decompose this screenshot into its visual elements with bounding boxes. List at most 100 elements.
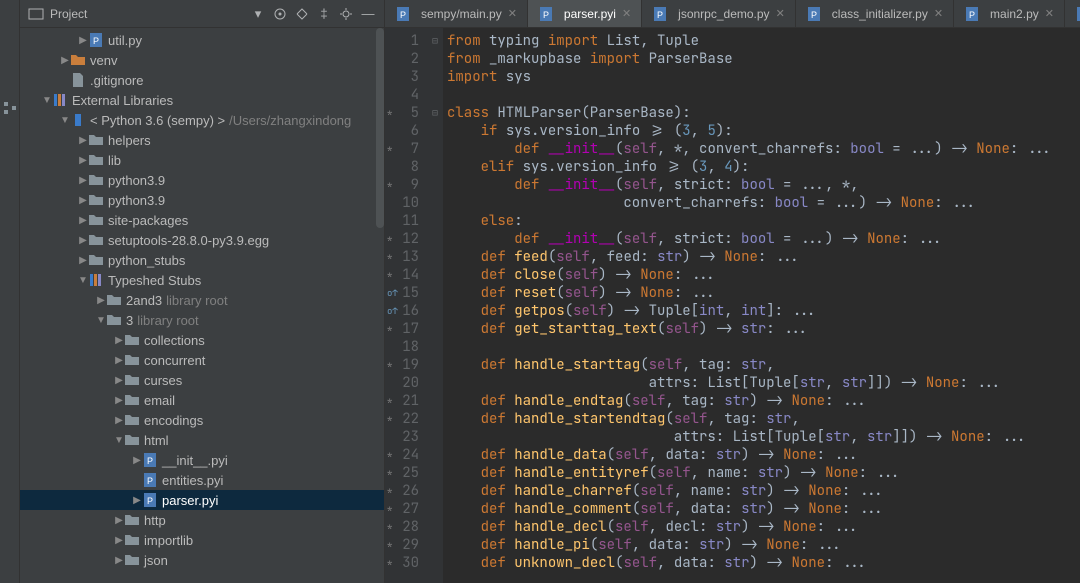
tree-arrow-icon[interactable]: ▶: [78, 35, 88, 46]
gutter-marker-icon[interactable]: *: [387, 392, 392, 410]
tree-item[interactable]: ▼External Libraries: [20, 90, 384, 110]
code-line[interactable]: elif sys.version_info >= (3, 4):: [447, 158, 1080, 176]
collapse-icon[interactable]: ‡: [316, 6, 332, 22]
line-number[interactable]: 26*: [385, 482, 419, 500]
line-number[interactable]: 1: [385, 32, 419, 50]
code-line[interactable]: def handle_comment(self, data: str) -> N…: [447, 500, 1080, 518]
tree-scrollbar[interactable]: [376, 28, 384, 228]
line-number[interactable]: 13*: [385, 248, 419, 266]
gutter-marker-icon[interactable]: *: [387, 248, 392, 266]
expand-icon[interactable]: [294, 6, 310, 22]
tree-item[interactable]: ▶concurrent: [20, 350, 384, 370]
line-number[interactable]: 17*: [385, 320, 419, 338]
tree-arrow-icon[interactable]: ▶: [78, 255, 88, 266]
gear-icon[interactable]: [338, 6, 354, 22]
code-line[interactable]: class HTMLParser(ParserBase):: [447, 104, 1080, 122]
tree-item[interactable]: ▶collections: [20, 330, 384, 350]
tree-item[interactable]: ▼html: [20, 430, 384, 450]
code-line[interactable]: def handle_data(self, data: str) -> None…: [447, 446, 1080, 464]
tree-arrow-icon[interactable]: ▶: [114, 515, 124, 526]
editor-tab[interactable]: Pclass_initializer.py✕: [796, 0, 954, 27]
tree-item[interactable]: ▶python3.9: [20, 170, 384, 190]
tree-arrow-icon[interactable]: ▶: [114, 555, 124, 566]
line-number[interactable]: 11: [385, 212, 419, 230]
tree-arrow-icon[interactable]: ▶: [78, 195, 88, 206]
fold-toggle[interactable]: [427, 230, 443, 248]
gutter-marker-icon[interactable]: *: [387, 446, 392, 464]
editor-tab[interactable]: Pen: [1065, 0, 1080, 27]
tree-arrow-icon[interactable]: ▶: [114, 375, 124, 386]
code-line[interactable]: attrs: List[Tuple[str, str]]) -> None: .…: [447, 374, 1080, 392]
gutter-marker-icon[interactable]: *: [387, 410, 392, 428]
fold-toggle[interactable]: [427, 176, 443, 194]
gutter-marker-icon[interactable]: o↑: [387, 284, 398, 302]
gutter-marker-icon[interactable]: *: [387, 464, 392, 482]
fold-toggle[interactable]: [427, 320, 443, 338]
tree-arrow-icon[interactable]: ▼: [60, 115, 70, 126]
fold-toggle[interactable]: [427, 536, 443, 554]
tree-item[interactable]: Pentities.pyi: [20, 470, 384, 490]
line-number[interactable]: 24*: [385, 446, 419, 464]
fold-toggle[interactable]: [427, 482, 443, 500]
line-number[interactable]: 28*: [385, 518, 419, 536]
line-gutter[interactable]: 12345*67*89*101112*13*14*15o↑16o↑17*1819…: [385, 28, 427, 583]
gutter-marker-icon[interactable]: *: [387, 140, 392, 158]
code-line[interactable]: from _markupbase import ParserBase: [447, 50, 1080, 68]
tree-arrow-icon[interactable]: ▼: [96, 315, 106, 326]
code-line[interactable]: def handle_decl(self, decl: str) -> None…: [447, 518, 1080, 536]
tree-item[interactable]: ▶python3.9: [20, 190, 384, 210]
gutter-marker-icon[interactable]: *: [387, 320, 392, 338]
tree-item[interactable]: ▶setuptools-28.8.0-py3.9.egg: [20, 230, 384, 250]
fold-toggle[interactable]: [427, 464, 443, 482]
tree-item[interactable]: ▶encodings: [20, 410, 384, 430]
fold-toggle[interactable]: [427, 248, 443, 266]
line-number[interactable]: 22*: [385, 410, 419, 428]
gutter-marker-icon[interactable]: *: [387, 482, 392, 500]
line-number[interactable]: 14*: [385, 266, 419, 284]
code-line[interactable]: def handle_charref(self, name: str) -> N…: [447, 482, 1080, 500]
editor-tab[interactable]: Psempy/main.py✕: [385, 0, 528, 27]
line-number[interactable]: 5*: [385, 104, 419, 122]
fold-toggle[interactable]: [427, 500, 443, 518]
gutter-marker-icon[interactable]: *: [387, 266, 392, 284]
minimize-icon[interactable]: —: [360, 6, 376, 22]
tree-arrow-icon[interactable]: ▶: [78, 135, 88, 146]
tree-arrow-icon[interactable]: ▶: [114, 355, 124, 366]
gutter-marker-icon[interactable]: *: [387, 356, 392, 374]
code-line[interactable]: from typing import List, Tuple: [447, 32, 1080, 50]
fold-toggle[interactable]: [427, 158, 443, 176]
line-number[interactable]: 23: [385, 428, 419, 446]
line-number[interactable]: 16o↑: [385, 302, 419, 320]
gutter-marker-icon[interactable]: *: [387, 500, 392, 518]
close-icon[interactable]: ✕: [622, 7, 631, 20]
code-line[interactable]: [447, 86, 1080, 104]
tree-item[interactable]: ▶curses: [20, 370, 384, 390]
fold-toggle[interactable]: [427, 284, 443, 302]
fold-toggle[interactable]: [427, 554, 443, 572]
fold-toggle[interactable]: [427, 410, 443, 428]
line-number[interactable]: 6: [385, 122, 419, 140]
code-line[interactable]: def reset(self) -> None: ...: [447, 284, 1080, 302]
code-line[interactable]: if sys.version_info >= (3, 5):: [447, 122, 1080, 140]
tree-arrow-icon[interactable]: ▶: [132, 495, 142, 506]
fold-toggle[interactable]: [427, 194, 443, 212]
tree-item[interactable]: ▶P__init__.pyi: [20, 450, 384, 470]
project-tree[interactable]: ▶Putil.py▶venv.gitignore▼External Librar…: [20, 28, 384, 583]
tree-arrow-icon[interactable]: ▶: [78, 235, 88, 246]
fold-toggle[interactable]: [427, 212, 443, 230]
tree-item[interactable]: ▶python_stubs: [20, 250, 384, 270]
code-line[interactable]: else:: [447, 212, 1080, 230]
tree-arrow-icon[interactable]: ▶: [78, 215, 88, 226]
editor-tab[interactable]: Pjsonrpc_demo.py✕: [642, 0, 796, 27]
line-number[interactable]: 20: [385, 374, 419, 392]
code-line[interactable]: def handle_starttag(self, tag: str,: [447, 356, 1080, 374]
code-line[interactable]: def unknown_decl(self, data: str) -> Non…: [447, 554, 1080, 572]
code-line[interactable]: def handle_entityref(self, name: str) ->…: [447, 464, 1080, 482]
code-line[interactable]: def feed(self, feed: str) -> None: ...: [447, 248, 1080, 266]
line-number[interactable]: 12*: [385, 230, 419, 248]
sidebar-title[interactable]: Project: [50, 7, 87, 21]
tree-item[interactable]: ▶Pparser.pyi: [20, 490, 384, 510]
code-editor[interactable]: 12345*67*89*101112*13*14*15o↑16o↑17*1819…: [385, 28, 1080, 583]
close-icon[interactable]: ✕: [508, 7, 517, 20]
fold-toggle[interactable]: [427, 356, 443, 374]
